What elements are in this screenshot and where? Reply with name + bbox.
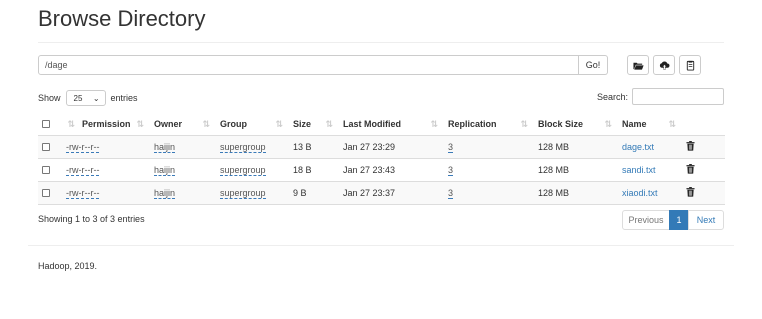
create-directory-button[interactable] (627, 55, 649, 75)
chevron-down-icon: ⌄ (92, 93, 100, 103)
column-header-permission[interactable]: Permission ⇅ (60, 113, 149, 136)
page-title: Browse Directory (38, 6, 206, 31)
entries-label: entries (110, 93, 138, 103)
column-header-name[interactable]: Name ⇅ (617, 113, 681, 136)
path-input[interactable] (38, 55, 579, 75)
modified-value: Jan 27 23:29 (338, 135, 443, 159)
block-size-value: 128 MB (533, 181, 617, 205)
column-header-block-size[interactable]: Block Size ⇅ (533, 113, 617, 136)
trash-icon[interactable] (686, 186, 695, 197)
row-checkbox[interactable] (42, 166, 50, 175)
replication-link[interactable]: 3 (448, 187, 454, 199)
table-row: -rw-r--r-- haijin supergroup 13 B Jan 27… (38, 135, 725, 159)
owner-value: haijin (154, 164, 176, 176)
group-value: supergroup (220, 164, 266, 176)
search-label: Search: (596, 91, 628, 102)
table-info: Showing 1 to 3 of 3 entries (38, 214, 145, 224)
block-size-value: 128 MB (533, 158, 617, 182)
modified-value: Jan 27 23:37 (338, 181, 443, 205)
owner-value: haijin (154, 141, 176, 153)
upload-button[interactable] (653, 55, 675, 75)
page-1-button[interactable]: 1 (669, 210, 689, 230)
column-header-size[interactable]: Size ⇅ (288, 113, 338, 136)
column-header-replication[interactable]: Replication ⇅ (443, 113, 533, 136)
table-row: -rw-r--r-- haijin supergroup 18 B Jan 27… (38, 158, 725, 182)
upload-icon (659, 60, 669, 70)
table-header-row: ⇅ Permission ⇅ Owner ⇅ Group ⇅ Size ⇅ Last M… (38, 113, 725, 136)
block-size-value: 128 MB (533, 135, 617, 159)
sort-icon[interactable]: ⇅ (202, 119, 209, 130)
select-all-header[interactable]: ⇅ (38, 113, 75, 136)
permission-link[interactable]: -rw-r--r-- (66, 164, 100, 176)
select-all-checkbox[interactable] (42, 120, 50, 129)
sort-icon[interactable]: ⇅ (520, 119, 527, 130)
cut-paste-button[interactable] (679, 55, 701, 75)
entries-length: Show 25 ⌄ entries (38, 90, 138, 106)
size-value: 9 B (288, 181, 338, 205)
footer-text: Hadoop, 2019. (38, 261, 98, 271)
entries-select[interactable]: 25 ⌄ (65, 90, 106, 106)
entries-select-value: 25 (73, 93, 83, 103)
file-name-link[interactable]: xiaodi.txt (622, 188, 658, 198)
group-value: supergroup (220, 187, 266, 199)
permission-link[interactable]: -rw-r--r-- (66, 187, 100, 199)
size-value: 18 B (288, 158, 338, 182)
replication-link[interactable]: 3 (448, 141, 454, 153)
path-bar: Go! (38, 55, 608, 75)
size-value: 13 B (288, 135, 338, 159)
sort-icon[interactable]: ⇅ (604, 119, 611, 130)
previous-page-button[interactable]: Previous (622, 210, 670, 230)
column-header-owner[interactable]: Owner ⇅ (149, 113, 215, 136)
file-name-link[interactable]: sandi.txt (622, 165, 656, 175)
sort-icon[interactable]: ⇅ (668, 119, 675, 130)
row-checkbox[interactable] (42, 189, 50, 198)
trash-icon[interactable] (686, 140, 695, 151)
trash-icon[interactable] (686, 163, 695, 174)
table-search: Search: (597, 88, 724, 105)
file-table: ⇅ Permission ⇅ Owner ⇅ Group ⇅ Size ⇅ Last M… (38, 113, 725, 205)
go-button[interactable]: Go! (579, 55, 608, 75)
table-row: -rw-r--r-- haijin supergroup 9 B Jan 27 … (38, 181, 725, 205)
column-header-actions (681, 113, 725, 136)
next-page-button[interactable]: Next (688, 210, 724, 230)
divider (28, 245, 734, 246)
file-name-link[interactable]: dage.txt (622, 142, 654, 152)
show-label: Show (38, 93, 61, 103)
pagination: Previous 1 Next (622, 210, 724, 230)
sort-icon[interactable]: ⇅ (325, 119, 332, 130)
clipboard-icon (686, 60, 694, 71)
modified-value: Jan 27 23:43 (338, 158, 443, 182)
search-input[interactable] (632, 88, 724, 105)
sort-icon[interactable]: ⇅ (275, 119, 282, 130)
divider (38, 42, 724, 43)
sort-icon[interactable]: ⇅ (136, 119, 143, 130)
column-header-group[interactable]: Group ⇅ (215, 113, 288, 136)
folder-open-icon (632, 62, 644, 70)
group-value: supergroup (220, 141, 266, 153)
row-checkbox[interactable] (42, 143, 50, 152)
replication-link[interactable]: 3 (448, 164, 454, 176)
sort-icon[interactable]: ⇅ (430, 119, 437, 130)
column-header-last-modified[interactable]: Last Modified ⇅ (338, 113, 443, 136)
permission-link[interactable]: -rw-r--r-- (66, 141, 100, 153)
owner-value: haijin (154, 187, 176, 199)
